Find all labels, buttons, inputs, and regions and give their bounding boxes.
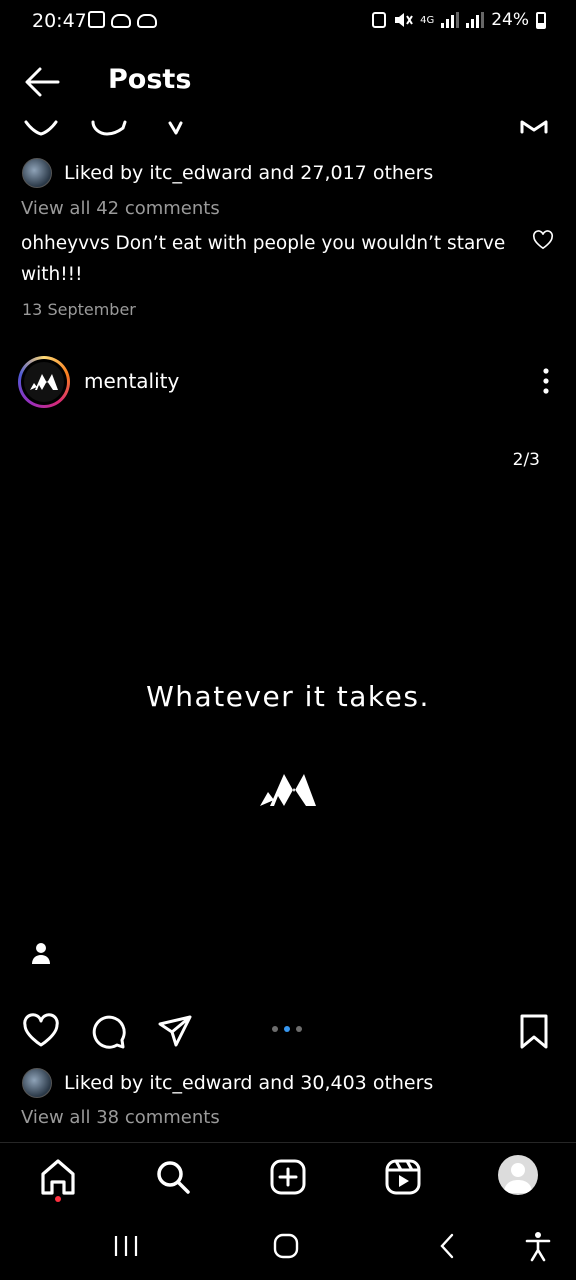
- notification-icons: [88, 11, 157, 28]
- network-type: 4G: [420, 14, 435, 26]
- post-liked-by[interactable]: Liked by itc_edward and 30,403 others: [22, 1068, 433, 1098]
- bookmark-icon[interactable]: [515, 1012, 553, 1050]
- previous-view-comments[interactable]: View all 42 comments: [21, 198, 220, 219]
- cloud-sync-icon: [137, 14, 157, 28]
- heart-icon[interactable]: [22, 1012, 60, 1050]
- battery-icon: [536, 11, 546, 29]
- previous-share-icon: [168, 121, 183, 135]
- lock-icon: [372, 12, 387, 28]
- post-view-comments[interactable]: View all 38 comments: [21, 1107, 220, 1128]
- previous-caption: ohheyvvs Don’t eat with people you would…: [21, 233, 506, 285]
- accessibility-icon[interactable]: [522, 1230, 554, 1262]
- create-icon[interactable]: [268, 1157, 308, 1197]
- comment-icon[interactable]: [89, 1012, 127, 1050]
- story-ring-avatar[interactable]: [18, 356, 70, 408]
- home-circle-icon[interactable]: [270, 1230, 302, 1262]
- tagged-people-icon[interactable]: [28, 940, 54, 966]
- home-notification-dot: [55, 1196, 61, 1202]
- signal-2-icon: [466, 12, 485, 28]
- bottom-navigation: [0, 1142, 576, 1208]
- profile-icon[interactable]: [498, 1155, 538, 1195]
- carousel-indicator: [272, 1026, 302, 1032]
- previous-bookmark-icon: [520, 120, 548, 134]
- caption-like-heart-icon[interactable]: [532, 230, 554, 250]
- post-liked-by-text: Liked by itc_edward and 30,403 others: [64, 1072, 434, 1094]
- previous-post-date: 13 September: [22, 300, 136, 319]
- home-icon[interactable]: [38, 1157, 78, 1197]
- carousel-dot-active: [284, 1026, 290, 1032]
- previous-liked-by[interactable]: Liked by itc_edward and 27,017 others: [22, 158, 433, 188]
- post-actions: [0, 1008, 576, 1054]
- gallery-notification-icon: [88, 11, 105, 28]
- status-time: 20:47: [32, 10, 87, 32]
- signal-1-icon: [441, 12, 460, 28]
- status-bar: 20:47 4G 24%: [0, 0, 576, 44]
- post-media[interactable]: 2/3 Whatever it takes.: [0, 420, 576, 996]
- recents-icon[interactable]: [110, 1230, 142, 1262]
- mentality-avatar: [24, 362, 64, 402]
- post-quote: Whatever it takes.: [146, 680, 430, 713]
- carousel-dot: [272, 1026, 278, 1032]
- post-header: mentality: [18, 356, 558, 410]
- reels-icon[interactable]: [383, 1157, 423, 1197]
- carousel-counter: 2/3: [512, 450, 540, 470]
- system-status-icons: 4G 24%: [372, 10, 546, 30]
- page-title: Posts: [108, 64, 192, 95]
- previous-comment-icon: [91, 120, 127, 136]
- search-icon[interactable]: [153, 1157, 193, 1197]
- back-arrow-icon[interactable]: [22, 64, 62, 100]
- mute-icon: [395, 13, 413, 27]
- carousel-dot: [296, 1026, 302, 1032]
- page-header: Posts: [0, 56, 576, 108]
- previous-heart-icon: [24, 120, 58, 136]
- liker-avatar: [22, 1068, 52, 1098]
- share-icon[interactable]: [156, 1012, 194, 1050]
- previous-post-actions: [0, 108, 576, 142]
- system-navigation: [0, 1218, 576, 1280]
- battery-percent: 24%: [491, 10, 529, 30]
- more-options-icon[interactable]: [538, 366, 554, 396]
- previous-actions-icons: [24, 120, 548, 136]
- cloud-notification-icon: [111, 14, 131, 28]
- mentality-logo: [260, 774, 316, 806]
- liker-avatar: [22, 158, 52, 188]
- mentality-logo-icon: [30, 374, 58, 390]
- post-username[interactable]: mentality: [84, 369, 179, 393]
- previous-liked-by-text: Liked by itc_edward and 27,017 others: [64, 162, 434, 184]
- back-chevron-icon[interactable]: [432, 1230, 464, 1262]
